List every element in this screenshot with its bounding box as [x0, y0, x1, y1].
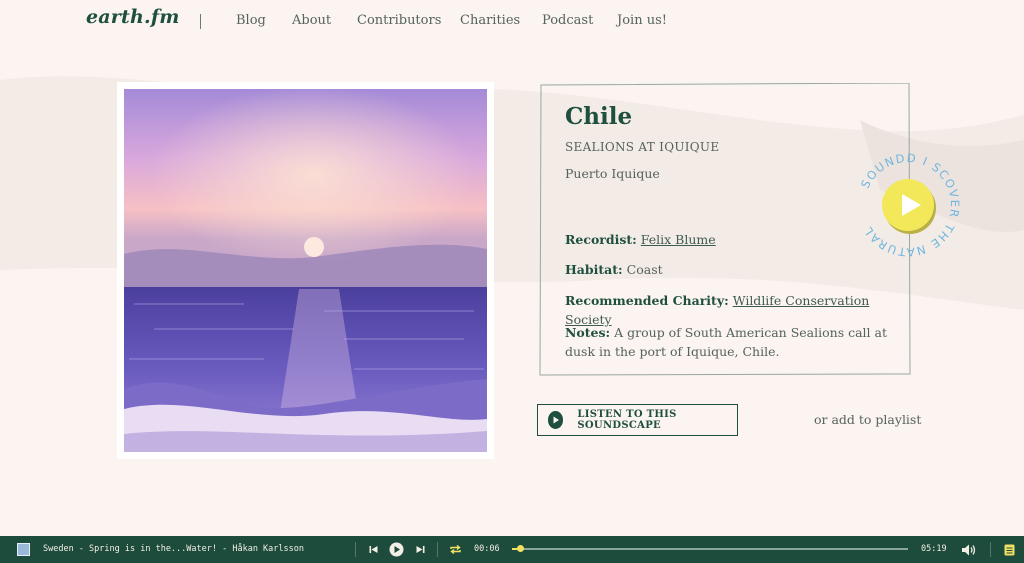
recordist-link[interactable]: Felix Blume: [641, 232, 716, 247]
play-icon[interactable]: [388, 542, 404, 557]
playlist-icon[interactable]: [1003, 542, 1015, 557]
sound-discover-badge[interactable]: SOUNDD I SCOVER THE NATURAL: [855, 152, 961, 258]
player-divider: [990, 542, 991, 557]
habitat-row: Habitat: Coast: [565, 260, 663, 279]
repeat-icon[interactable]: [448, 542, 463, 557]
nav-blog[interactable]: Blog: [236, 13, 266, 28]
previous-icon[interactable]: [367, 542, 379, 557]
listen-button[interactable]: LISTEN TO THIS SOUNDSCAPE: [537, 404, 738, 436]
player-divider: [355, 542, 356, 557]
add-to-playlist-link[interactable]: or add to playlist: [814, 412, 921, 427]
sound-title: Chile: [565, 103, 633, 130]
now-playing-title: Sweden - Spring is in the...Water! - Håk…: [43, 544, 304, 554]
volume-icon[interactable]: [960, 542, 976, 557]
progress-bar[interactable]: [512, 545, 908, 552]
track-thumbnail: [17, 543, 30, 556]
nav-join[interactable]: Join us!: [617, 13, 667, 28]
nav-about[interactable]: About: [292, 13, 331, 28]
sound-location: Puerto Iquique: [565, 166, 660, 181]
habitat-label: Habitat:: [565, 262, 623, 277]
nav-contributors[interactable]: Contributors: [357, 13, 441, 28]
listen-button-label: LISTEN TO THIS SOUNDSCAPE: [577, 409, 677, 431]
notes-value: A group of South American Sealions call …: [565, 325, 887, 359]
site-header: earth.fm Blog About Contributors Chariti…: [0, 0, 1024, 44]
soundscape-artwork: [117, 82, 494, 459]
player-divider: [437, 542, 438, 557]
nav-podcast[interactable]: Podcast: [542, 13, 593, 28]
elapsed-time: 00:06: [474, 544, 500, 554]
audio-player-bar: Sweden - Spring is in the...Water! - Håk…: [0, 536, 1024, 563]
charity-label: Recommended Charity:: [565, 293, 729, 308]
progress-knob[interactable]: [516, 545, 524, 552]
notes-label: Notes:: [565, 325, 611, 340]
recordist-label: Recordist:: [565, 232, 637, 247]
play-circle-icon: [548, 411, 564, 429]
duration-time: 05:19: [921, 544, 947, 554]
sound-subtitle: SEALIONS AT IQUIQUE: [565, 140, 720, 154]
nav-charities[interactable]: Charities: [460, 13, 520, 28]
habitat-value: Coast: [626, 262, 663, 277]
site-logo[interactable]: earth.fm: [86, 6, 180, 28]
notes-row: Notes: A group of South American Sealion…: [565, 323, 890, 361]
header-divider: [200, 14, 201, 29]
recordist-row: Recordist: Felix Blume: [565, 230, 716, 249]
next-icon[interactable]: [414, 542, 426, 557]
